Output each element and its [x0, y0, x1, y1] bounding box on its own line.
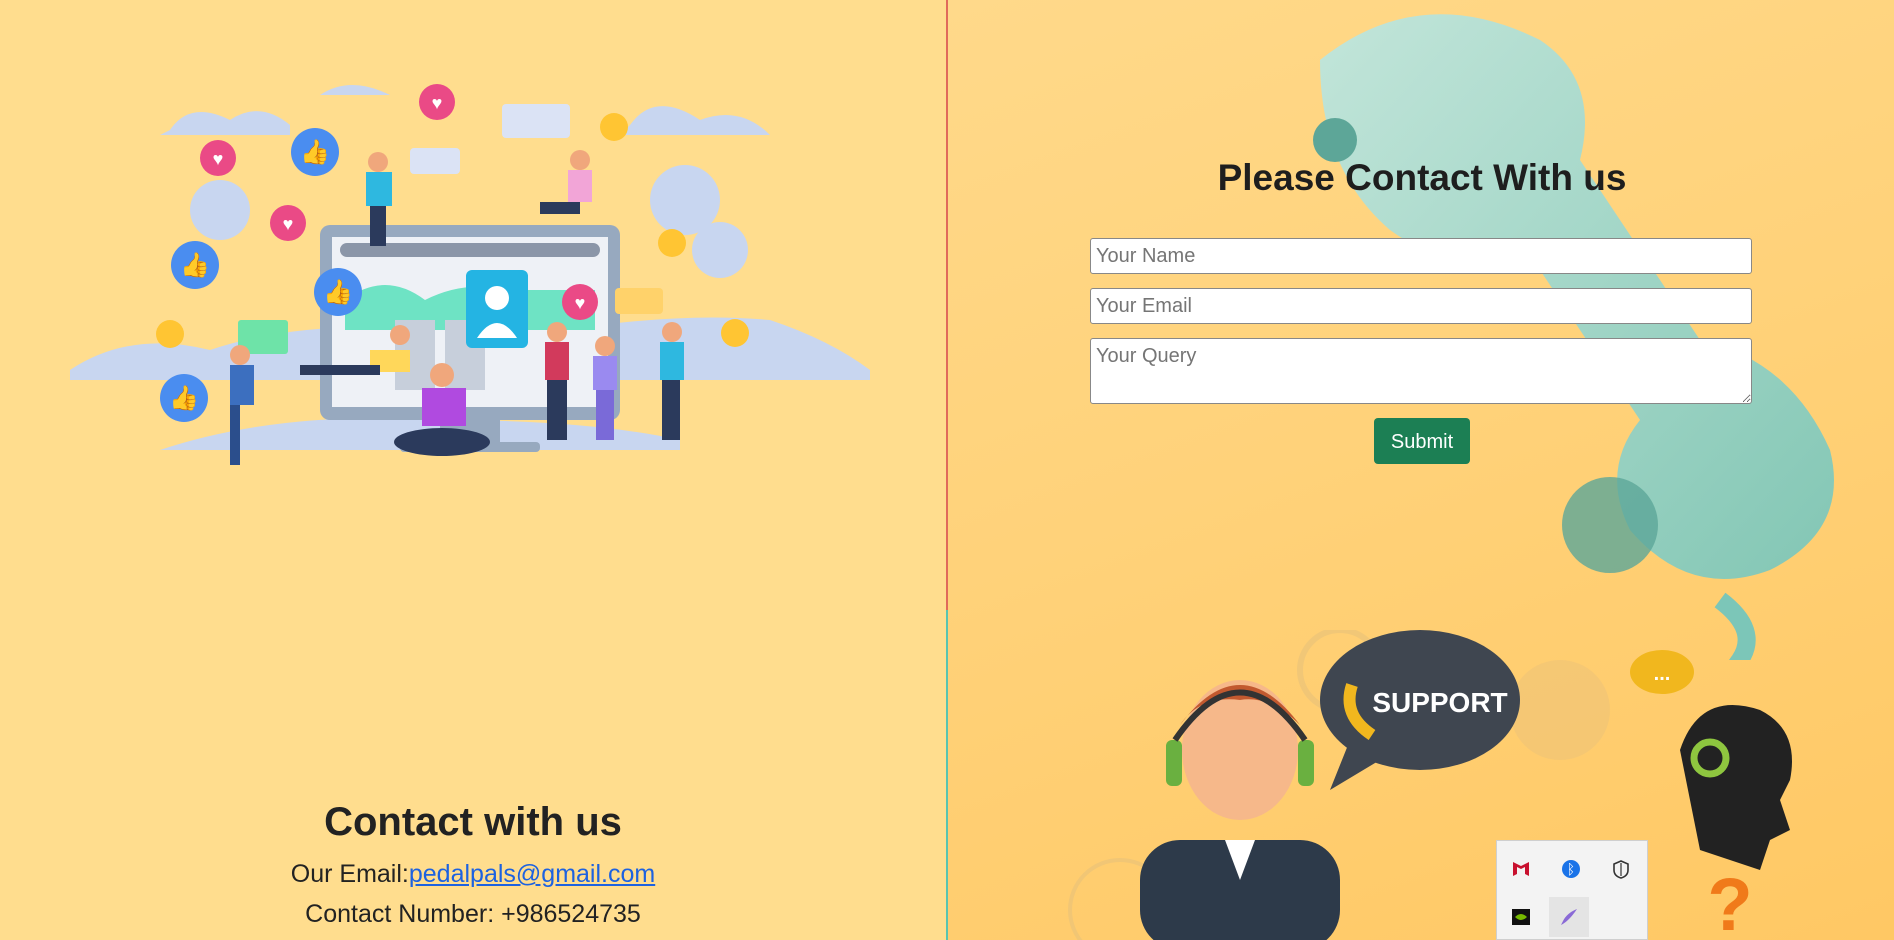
phone-label: Contact Number:: [305, 900, 502, 928]
thumbs-up-icon: 👍: [160, 374, 208, 422]
nvidia-icon[interactable]: [1507, 903, 1535, 931]
phone-number: +986524735: [501, 900, 641, 928]
svg-text:...: ...: [1654, 663, 1671, 685]
cloud-shape: [320, 85, 390, 95]
cloud-shape: [620, 106, 770, 135]
submit-button[interactable]: Submit: [1374, 418, 1470, 464]
telephone-handset-image: [1313, 14, 1834, 660]
cloud-shape: [160, 111, 290, 135]
svg-text:♥: ♥: [283, 214, 294, 234]
customer-support-illustration: SUPPORT ... ?: [1068, 630, 1792, 940]
feather-pen-icon[interactable]: [1549, 897, 1589, 937]
thumbs-up-icon: 👍: [314, 268, 362, 316]
head-profile-icon: [1680, 705, 1792, 870]
svg-text:♥: ♥: [432, 93, 443, 113]
system-tray-popup: ᛒ: [1496, 840, 1648, 940]
svg-text:👍: 👍: [180, 251, 210, 279]
svg-text:♥: ♥: [575, 293, 586, 313]
svg-text:👍: 👍: [169, 384, 199, 412]
emoji-icon: [721, 319, 749, 347]
thumbs-up-icon: 👍: [291, 128, 339, 176]
svg-text:ᛒ: ᛒ: [1567, 861, 1575, 877]
support-speech-bubble: SUPPORT: [1320, 630, 1520, 790]
emoji-icon: [600, 113, 628, 141]
email-link[interactable]: pedalpals@gmail.com: [409, 860, 655, 888]
bluetooth-icon[interactable]: ᛒ: [1557, 855, 1585, 883]
social-media-illustration: 👍 👍 👍 👍 ♥ ♥ ♥ ♥: [70, 84, 870, 465]
email-input[interactable]: [1090, 288, 1752, 324]
heart-icon: ♥: [562, 284, 598, 320]
email-label: Our Email:: [290, 860, 409, 888]
form-title: Please Contact With us: [1217, 157, 1627, 198]
mcafee-icon[interactable]: [1507, 855, 1535, 883]
chat-bubble-icon: ...: [1630, 650, 1694, 694]
heart-icon: ♥: [419, 84, 455, 120]
thumbs-up-icon: 👍: [171, 241, 219, 289]
question-mark-icon: ?: [1707, 863, 1752, 940]
query-textarea[interactable]: [1090, 338, 1752, 404]
phone-line: Contact Number: +986524735: [0, 900, 946, 929]
svg-text:SUPPORT: SUPPORT: [1372, 687, 1507, 718]
security-shield-icon[interactable]: [1607, 855, 1635, 883]
svg-text:👍: 👍: [300, 138, 330, 166]
emoji-icon: [658, 229, 686, 257]
heart-icon: ♥: [270, 205, 306, 241]
contact-title: Contact with us: [324, 800, 622, 844]
support-agent-figure: [1140, 680, 1340, 940]
email-line: Our Email:pedalpals@gmail.com: [0, 860, 946, 889]
heart-icon: ♥: [200, 140, 236, 176]
name-input[interactable]: [1090, 238, 1752, 274]
svg-text:♥: ♥: [213, 149, 224, 169]
panel-divider: [946, 0, 948, 610]
panel-divider-lower: [946, 610, 948, 940]
emoji-icon: [156, 320, 184, 348]
svg-text:👍: 👍: [323, 278, 353, 306]
person-figure: [540, 150, 592, 214]
